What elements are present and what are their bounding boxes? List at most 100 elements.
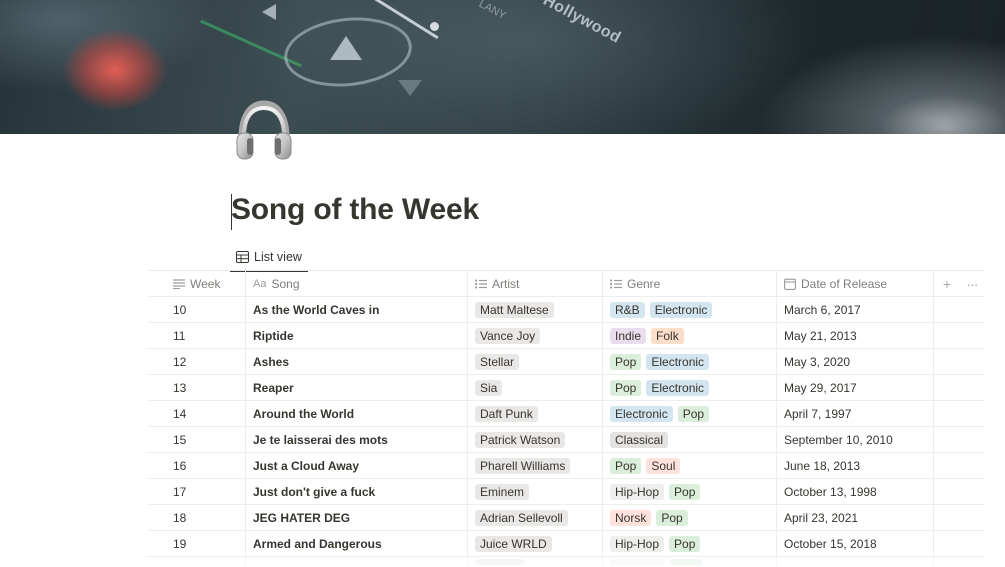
week-cell[interactable]: 12 — [148, 349, 245, 374]
artist-cell[interactable]: Sia — [467, 375, 602, 400]
cover-image[interactable]: LANY in Hollywood — [0, 0, 1005, 134]
genre-cell[interactable]: Hip-Hop Pop — [602, 479, 776, 504]
song-title[interactable]: Just a Cloud Away — [253, 459, 359, 473]
week-value: 16 — [173, 458, 187, 473]
artist-tag: Sia — [475, 379, 503, 396]
table-row[interactable]: 12 Ashes Stellar Pop Electronic May 3, 2020 — [148, 349, 984, 375]
table-row[interactable]: 11 Riptide Vance Joy Indie Folk May 21, 2013 — [148, 323, 984, 349]
add-cell — [933, 557, 960, 567]
week-cell[interactable]: 14 — [148, 401, 245, 426]
date-cell[interactable]: April 7, 1997 — [776, 401, 933, 426]
artist-cell[interactable]: Eminem — [467, 479, 602, 504]
column-header-date[interactable]: Date of Release — [776, 271, 933, 296]
song-cell[interactable]: Riptide — [245, 323, 467, 348]
genre-tag — [670, 559, 702, 565]
table-row[interactable]: 15 Je te laisserai des mots Patrick Watson… — [148, 427, 984, 453]
date-cell[interactable]: May 29, 2017 — [776, 375, 933, 400]
week-value: 19 — [173, 536, 187, 551]
table-row[interactable]: 10 As the World Caves in Matt Maltese R&B El… — [148, 297, 984, 323]
song-title[interactable]: JEG HATER DEG — [253, 511, 350, 525]
song-title[interactable]: Je te laisserai des mots — [253, 433, 388, 447]
week-cell[interactable]: 16 — [148, 453, 245, 478]
column-header-week[interactable]: Week — [148, 271, 245, 296]
genre-cell[interactable]: R&B Electronic — [602, 297, 776, 322]
table-row[interactable]: 18 JEG HATER DEG Adrian Sellevoll Norsk Pop A… — [148, 505, 984, 531]
song-cell[interactable]: JEG HATER DEG — [245, 505, 467, 530]
genre-tag: Indie — [610, 327, 647, 344]
song-cell[interactable]: Reaper — [245, 375, 467, 400]
multi-select-icon — [475, 278, 487, 289]
song-title[interactable]: Just don't give a fuck — [253, 485, 375, 499]
artist-cell[interactable]: Matt Maltese — [467, 297, 602, 322]
date-cell[interactable]: May 21, 2013 — [776, 323, 933, 348]
add-cell — [933, 453, 960, 478]
week-value: 11 — [173, 328, 186, 343]
artist-cell[interactable]: Stellar — [467, 349, 602, 374]
date-cell[interactable]: September 10, 2010 — [776, 427, 933, 452]
week-cell[interactable]: 19 — [148, 531, 245, 556]
column-header-genre[interactable]: Genre — [602, 271, 776, 296]
genre-cell[interactable]: Classical — [602, 427, 776, 452]
table-row[interactable]: 19 Armed and Dangerous Juice WRLD Hip-Hop Po… — [148, 531, 984, 557]
week-cell[interactable]: 11 — [148, 323, 245, 348]
genre-cell[interactable]: Norsk Pop — [602, 505, 776, 530]
week-cell[interactable]: 18 — [148, 505, 245, 530]
song-cell[interactable]: Around the World — [245, 401, 467, 426]
table-row[interactable]: 14 Around the World Daft Punk Electronic Pop… — [148, 401, 984, 427]
artist-cell[interactable]: Adrian Sellevoll — [467, 505, 602, 530]
song-title[interactable]: Reaper — [253, 381, 294, 395]
date-cell[interactable]: April 23, 2021 — [776, 505, 933, 530]
date-cell[interactable]: October 15, 2018 — [776, 531, 933, 556]
genre-cell[interactable]: Electronic Pop — [602, 401, 776, 426]
artist-cell[interactable]: Daft Punk — [467, 401, 602, 426]
tab-list-view[interactable]: List view — [230, 244, 308, 272]
add-cell — [933, 505, 960, 530]
song-cell[interactable]: Armed and Dangerous — [245, 531, 467, 556]
artist-cell[interactable]: Patrick Watson — [467, 427, 602, 452]
song-title[interactable]: Armed and Dangerous — [253, 537, 382, 551]
table-row[interactable]: 17 Just don't give a fuck Eminem Hip-Hop Pop… — [148, 479, 984, 505]
headphones-icon[interactable] — [234, 100, 294, 164]
song-title[interactable]: Ashes — [253, 355, 289, 369]
genre-tag: Folk — [651, 327, 684, 344]
week-cell[interactable]: 10 — [148, 297, 245, 322]
genre-cell[interactable]: Pop Soul — [602, 453, 776, 478]
column-header-artist[interactable]: Artist — [467, 271, 602, 296]
column-header-song[interactable]: Aa Song — [245, 271, 467, 296]
more-options-button[interactable]: ··· — [960, 271, 984, 296]
song-cell[interactable]: Ashes — [245, 349, 467, 374]
genre-tag: Pop — [610, 353, 642, 370]
date-cell[interactable]: March 6, 2017 — [776, 297, 933, 322]
week-cell[interactable]: 17 — [148, 479, 245, 504]
genre-cell[interactable]: Indie Folk — [602, 323, 776, 348]
date-cell[interactable]: June 18, 2013 — [776, 453, 933, 478]
song-cell[interactable]: Je te laisserai des mots — [245, 427, 467, 452]
date-cell[interactable]: October 13, 1998 — [776, 479, 933, 504]
page-title[interactable]: Song of the Week — [231, 193, 479, 227]
genre-tag: Pop — [669, 535, 701, 552]
song-cell[interactable]: Just don't give a fuck — [245, 479, 467, 504]
volume-knob — [430, 22, 439, 31]
artist-cell[interactable]: Juice WRLD — [467, 531, 602, 556]
song-title[interactable]: Riptide — [253, 329, 294, 343]
multi-select-icon — [610, 278, 622, 289]
genre-cell[interactable]: Hip-Hop Pop — [602, 531, 776, 556]
song-title[interactable]: Around the World — [253, 407, 354, 421]
artist-cell[interactable]: Pharell Williams — [467, 453, 602, 478]
text-lines-icon — [173, 278, 185, 289]
song-title[interactable]: As the World Caves in — [253, 303, 379, 317]
table-row-partial[interactable] — [148, 557, 984, 567]
artist-tag: Stellar — [475, 353, 520, 370]
song-cell[interactable]: As the World Caves in — [245, 297, 467, 322]
table-row[interactable]: 16 Just a Cloud Away Pharell Williams Pop So… — [148, 453, 984, 479]
add-property-button[interactable]: + — [933, 271, 960, 296]
table-row[interactable]: 13 Reaper Sia Pop Electronic May 29, 2017 — [148, 375, 984, 401]
week-cell[interactable]: 13 — [148, 375, 245, 400]
release-date: September 10, 2010 — [784, 432, 893, 447]
genre-cell[interactable]: Pop Electronic — [602, 349, 776, 374]
genre-cell[interactable]: Pop Electronic — [602, 375, 776, 400]
date-cell[interactable]: May 3, 2020 — [776, 349, 933, 374]
song-cell[interactable]: Just a Cloud Away — [245, 453, 467, 478]
artist-cell[interactable]: Vance Joy — [467, 323, 602, 348]
week-cell[interactable]: 15 — [148, 427, 245, 452]
